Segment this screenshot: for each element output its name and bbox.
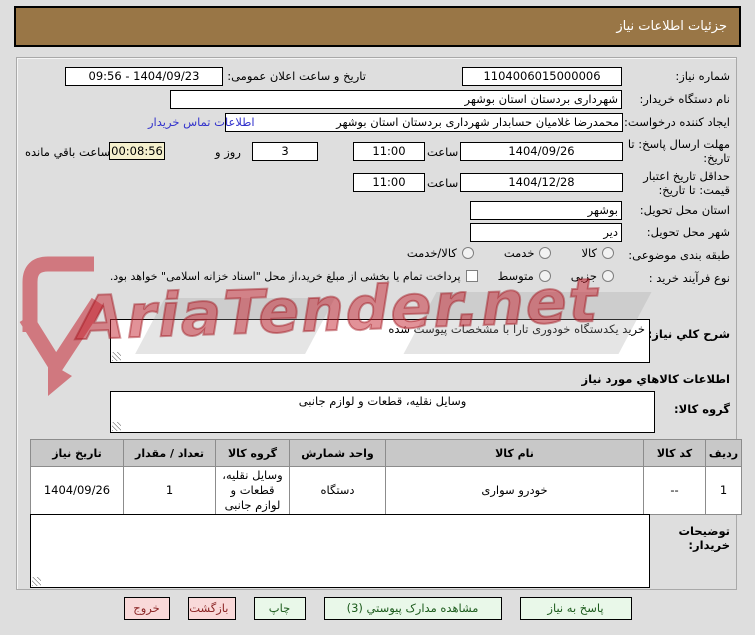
buyer-org-label: نام دستگاه خریدار: [639,92,730,106]
delivery-city-label: شهر محل تحویل: [646,225,730,239]
goods-table: ردیف کد کالا نام کالا واحد شمارش گروه کا… [30,439,742,515]
need-description-label: شرح کلي نیاز: [647,327,730,341]
radio-partial-label: جزیی [570,269,597,283]
treasury-docs-checkbox[interactable] [465,270,478,282]
col-count-unit: واحد شمارش [289,439,386,467]
buyer-notes-label: توضیحات خریدار: [678,524,731,553]
buyer-org-field[interactable]: شهرداری بردستان استان بوشهر [170,90,622,109]
subject-class-options: کالا خدمت کالا/خدمت [407,246,614,260]
delivery-city-field[interactable]: دیر [470,223,622,242]
delivery-province-label: استان محل تحویل: [639,203,730,217]
days-and-label: روز و [215,145,241,159]
buyer-notes-textarea[interactable] [30,514,650,588]
cell-count-unit: دستگاه [289,466,386,515]
goods-group-label: گروه کالا: [674,402,730,416]
goods-section-title: اطلاعات کالاهاي مورد نیاز [581,372,730,386]
goods-group-textarea[interactable]: وسایل نقلیه، قطعات و لوازم جانبی [110,391,655,433]
back-button[interactable]: بازگشت [187,597,236,620]
col-goods-code: کد کالا [643,439,706,467]
radio-medium-label: متوسط [497,269,534,283]
radio-goods-label: کالا [581,246,597,260]
radio-partial[interactable] [602,270,614,282]
exit-button[interactable]: خروج [123,597,170,620]
need-details-panel: شماره نیاز: 1104006015000006 تاریخ و ساع… [16,57,742,590]
radio-goods[interactable] [602,247,614,259]
action-buttons: پاسخ به نیاز مشاهده مدارک پیوستي (3) چاپ… [0,597,755,620]
response-deadline-time-field[interactable]: 11:00 [353,142,425,161]
response-deadline-date-field[interactable]: 1404/09/26 [460,142,623,161]
need-number-label: شماره نیاز: [675,69,730,83]
need-description-textarea[interactable]: خرید یکدستگاه خودوری تارا با مشخصات پیوس… [110,319,650,363]
announce-datetime-field[interactable]: 1404/09/23 - 09:56 [65,67,223,86]
need-number-field[interactable]: 1104006015000006 [462,67,622,86]
buyer-contact-link[interactable]: اطلاعات تماس خریدار [148,115,255,129]
cell-goods-name: خودرو سواری [385,466,644,515]
radio-goods-service-label: کالا/خدمت [406,246,457,260]
print-button[interactable]: چاپ [253,597,306,620]
view-attached-docs-button[interactable]: مشاهده مدارک پیوستي (3) [323,597,502,620]
price-validity-hour-label: ساعت [427,176,459,190]
radio-goods-service[interactable] [461,247,474,259]
price-validity-label: حداقل تاریخ اعتبار قیمت: تا تاریخ: [643,169,730,198]
delivery-province-field[interactable]: بوشهر [470,201,622,220]
cell-need-date: 1404/09/26 [30,466,124,515]
countdown-timer: 00:08:56 [109,142,165,160]
cell-goods-code: -- [643,466,706,515]
price-validity-date-field[interactable]: 1404/12/28 [460,173,623,192]
col-goods-name: نام کالا [385,439,644,467]
radio-medium[interactable] [538,270,551,282]
subject-class-label: طبقه بندی موضوعی: [628,248,730,262]
treasury-docs-checkbox-label: پرداخت تمام یا بخشی از مبلغ خرید،از محل … [109,269,461,283]
page-title: جزئیات اطلاعات نیاز [14,6,741,47]
goods-table-header-row: ردیف کد کالا نام کالا واحد شمارش گروه کا… [30,439,742,467]
cell-goods-group: وسایل نقلیه، قطعات و لوازم جانبی [215,466,290,515]
request-creator-field[interactable]: محمدرضا غلامیان حسابدار شهرداری بردستان … [225,113,623,132]
radio-service-label: خدمت [503,246,535,260]
col-need-date: تاریخ نیاز [30,439,124,467]
cell-quantity: 1 [123,466,216,515]
table-row: 1 -- خودرو سواری دستگاه وسایل نقلیه، قطع… [30,466,742,515]
respond-to-need-button[interactable]: پاسخ به نیاز [519,597,632,620]
radio-service[interactable] [539,247,552,259]
price-validity-time-field[interactable]: 11:00 [353,173,425,192]
hours-remaining-label: ساعت باقي مانده [25,145,111,159]
response-deadline-label: مهلت ارسال پاسخ: تا تاریخ: [627,137,730,166]
request-creator-label: ایجاد کننده درخواست: [624,115,730,129]
col-quantity: تعداد / مقدار [123,439,216,467]
cell-row-number: 1 [705,466,742,515]
remaining-days-field[interactable]: 3 [252,142,318,161]
purchase-process-options: جزیی متوسط پرداخت تمام یا بخشی از مبلغ خ… [110,269,614,283]
col-goods-group: گروه کالا [215,439,290,467]
response-deadline-hour-label: ساعت [427,145,459,159]
col-row-number: ردیف [705,439,742,467]
announce-datetime-label: تاریخ و ساعت اعلان عمومی: [227,69,366,83]
purchase-process-label: نوع فرآیند خرید : [648,271,730,285]
